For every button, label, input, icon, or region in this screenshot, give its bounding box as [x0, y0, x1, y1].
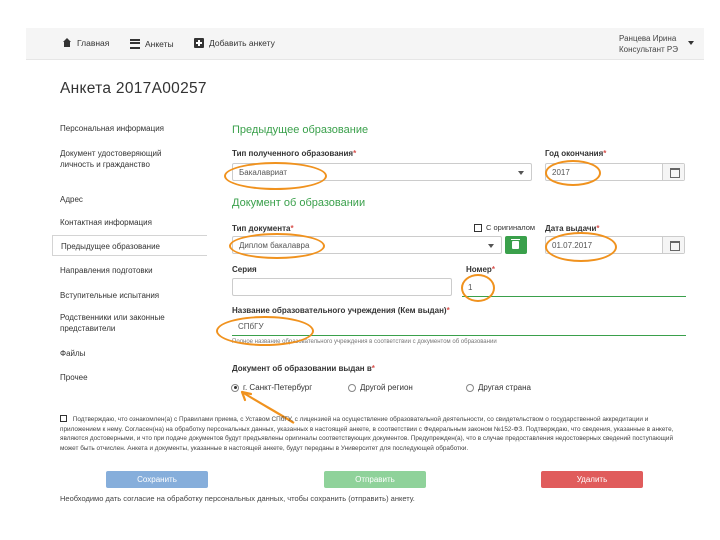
institution-hint: Полное название образовательного учрежде… [232, 339, 497, 345]
sidebar-item-exams[interactable]: Вступительные испытания [52, 290, 207, 301]
original-checkbox[interactable] [474, 224, 482, 232]
delete-button[interactable]: Удалить [541, 471, 643, 488]
edu-type-select[interactable]: Бакалавриат [232, 163, 532, 181]
sidebar-item-identity-doc[interactable]: Документ удостоверяющий личность и гражд… [52, 148, 172, 170]
nav-forms[interactable]: Анкеты [130, 38, 174, 49]
edu-type-label-text: Тип полученного образования [232, 149, 354, 158]
number-label-text: Номер [466, 265, 492, 274]
section-title-edu-document: Документ об образовании [232, 197, 366, 209]
sidebar-item-prev-education[interactable]: Предыдущее образование [52, 235, 207, 256]
grad-year-input[interactable]: 2017 [545, 163, 685, 181]
sidebar-item-other[interactable]: Прочее [52, 372, 207, 383]
required-mark: * [603, 149, 607, 158]
series-label: Серия [232, 265, 257, 274]
doc-type-label: Тип документа* [232, 224, 294, 233]
required-mark: * [353, 149, 357, 158]
required-mark: * [371, 364, 375, 373]
issue-date-input[interactable]: 01.07.2017 [545, 236, 685, 254]
required-mark: * [596, 224, 600, 233]
nav-forms-label: Анкеты [145, 38, 174, 49]
grad-year-label-text: Год окончания [545, 149, 604, 158]
sidebar-item-address[interactable]: Адрес [52, 194, 207, 205]
user-menu[interactable]: Ранцева Ирина Консультант РЭ [619, 33, 678, 55]
original-checkbox-label: С оригиналом [486, 223, 536, 232]
institution-input[interactable]: СПбГУ [232, 318, 686, 336]
section-title-prev-education: Предыдущее образование [232, 124, 369, 136]
doc-type-select[interactable]: Диплом бакалавра [232, 236, 502, 254]
series-input[interactable] [232, 278, 452, 296]
number-label: Номер* [466, 265, 495, 274]
sidebar-item-programs[interactable]: Направления подготовки [52, 265, 207, 276]
issued-in-label: Документ об образовании выдан в* [232, 364, 375, 373]
sidebar-item-relatives[interactable]: Родственники или законные представители [52, 312, 177, 334]
radio-other-country-label: Другая страна [478, 383, 531, 392]
issue-date-label: Дата выдачи* [545, 224, 600, 233]
radio-button[interactable] [348, 383, 356, 392]
sidebar-item-contacts[interactable]: Контактная информация [52, 217, 207, 228]
radio-other-country[interactable]: Другая страна [466, 383, 531, 392]
plus-icon [194, 38, 204, 48]
calendar-icon[interactable] [662, 164, 684, 180]
institution-label-text: Название образовательного учреждения (Ке… [232, 306, 447, 315]
grad-year-label: Год окончания* [545, 149, 606, 158]
consent-block: Подтверждаю, что ознакомлен(а) с Правила… [60, 415, 690, 453]
trash-icon[interactable] [505, 236, 527, 254]
institution-label: Название образовательного учреждения (Ке… [232, 306, 450, 315]
list-icon [130, 39, 140, 49]
home-icon [62, 38, 72, 48]
save-button[interactable]: Сохранить [106, 471, 208, 488]
nav-add-form[interactable]: Добавить анкету [194, 38, 275, 48]
radio-other-region-label: Другой регион [360, 383, 413, 392]
user-role: Консультант РЭ [619, 45, 678, 54]
doc-type-label-text: Тип документа [232, 224, 291, 233]
required-mark: * [290, 224, 294, 233]
consent-text: Подтверждаю, что ознакомлен(а) с Правила… [60, 416, 674, 452]
consent-checkbox[interactable] [60, 415, 67, 422]
nav-home-label: Главная [77, 38, 110, 48]
nav-add-label: Добавить анкету [209, 38, 275, 48]
top-navbar: Главная Анкеты Добавить анкету Ранцева И… [26, 28, 704, 60]
issue-date-value: 01.07.2017 [552, 241, 593, 250]
required-mark: * [446, 306, 450, 315]
radio-other-region[interactable]: Другой регион [348, 383, 413, 392]
grad-year-value: 2017 [552, 168, 570, 177]
issue-date-label-text: Дата выдачи [545, 224, 597, 233]
consent-footnote: Необходимо дать согласие на обработку пе… [60, 494, 415, 503]
edu-type-label: Тип полученного образования* [232, 149, 356, 158]
page-title: Анкета 2017А00257 [60, 80, 207, 97]
issued-in-label-text: Документ об образовании выдан в [232, 364, 372, 373]
number-input[interactable]: 1 [462, 279, 686, 297]
radio-button[interactable] [466, 383, 474, 392]
chevron-down-icon[interactable] [688, 41, 694, 45]
required-mark: * [491, 265, 495, 274]
sidebar-item-files[interactable]: Файлы [52, 348, 207, 359]
user-name: Ранцева Ирина [619, 34, 677, 43]
sidebar-item-personal[interactable]: Персональная информация [52, 123, 207, 134]
nav-home[interactable]: Главная [62, 38, 109, 48]
calendar-icon[interactable] [662, 237, 684, 253]
send-button[interactable]: Отправить [324, 471, 426, 488]
